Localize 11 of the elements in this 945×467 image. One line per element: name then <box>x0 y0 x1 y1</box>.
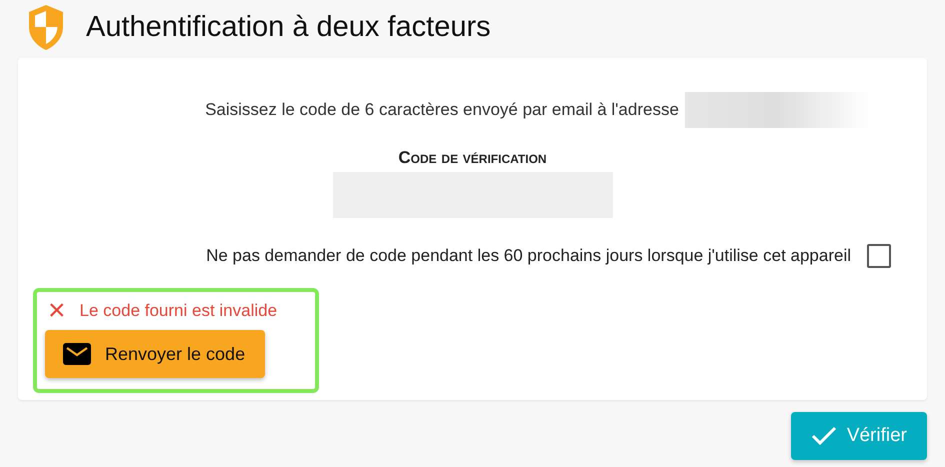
check-icon <box>810 426 837 446</box>
remember-label: Ne pas demander de code pendant les 60 prochains jours lorsque j'utilise cet appareil <box>206 246 851 266</box>
shield-icon <box>26 3 66 51</box>
remember-checkbox[interactable] <box>867 244 891 268</box>
envelope-icon <box>63 343 91 365</box>
resend-button[interactable]: Renvoyer le code <box>45 330 266 378</box>
page-title: Authentification à deux facteurs <box>86 10 491 44</box>
code-label: Code de vérification <box>398 148 547 168</box>
error-icon: × <box>48 300 66 322</box>
error-message: Le code fourni est invalide <box>80 301 278 321</box>
instruction-text: Saisissez le code de 6 caractères envoyé par email à l'adresse <box>205 100 679 120</box>
